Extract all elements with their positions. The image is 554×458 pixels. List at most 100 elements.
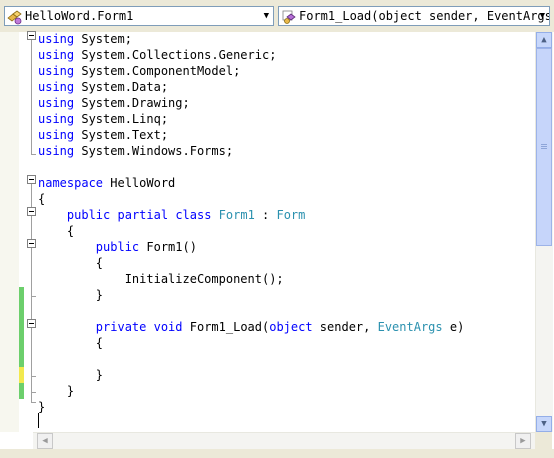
keyword-token: using: [38, 128, 75, 142]
member-dropdown-value: Form1_Load(object sender, EventArgs e): [299, 9, 550, 23]
text-token: {: [38, 192, 46, 206]
collapse-minus-icon[interactable]: [27, 207, 36, 216]
scroll-up-arrow-icon[interactable]: ▲: [536, 32, 552, 48]
saved-change-marker: [19, 335, 24, 351]
keyword-token: public: [66, 208, 111, 222]
code-line: {: [38, 191, 45, 207]
text-token: System.ComponentModel;: [74, 64, 241, 78]
text-token: sender,: [312, 320, 378, 334]
type-dropdown[interactable]: HelloWord.Form1 ▼: [4, 6, 274, 26]
saved-change-marker: [19, 383, 24, 399]
saved-change-marker: [19, 351, 24, 367]
keyword-token: using: [38, 64, 75, 78]
chevron-down-icon[interactable]: ▼: [264, 7, 269, 25]
window-bottom-edge: [0, 449, 554, 458]
outline-line: [31, 40, 32, 154]
saved-change-marker: [19, 319, 24, 335]
outline-line: [31, 392, 36, 393]
type-dropdown-value: HelloWord.Form1: [25, 9, 134, 23]
code-line: {: [38, 335, 103, 351]
navigation-bar: HelloWord.Form1 ▼ Form1_Load(object send…: [0, 0, 554, 32]
code-line: namespace HelloWord: [38, 175, 175, 191]
keyword-token: object: [269, 320, 313, 334]
keyword-token: partial: [117, 208, 169, 222]
thumb-grip: [541, 148, 547, 149]
scroll-right-arrow-icon[interactable]: ▶: [515, 433, 531, 449]
code-line: using System;: [38, 31, 132, 47]
unsaved-change-marker: [19, 367, 24, 383]
text-token: System.Text;: [74, 128, 169, 142]
text-token: {: [95, 336, 104, 350]
text-token: Form1(): [139, 240, 197, 254]
keyword-token: using: [38, 112, 75, 126]
scrollbar-corner: [535, 432, 552, 449]
keyword-token: private: [95, 320, 147, 334]
keyword-token: using: [38, 144, 75, 158]
scroll-left-arrow-icon[interactable]: ◀: [37, 433, 53, 449]
keyword-token: using: [38, 32, 75, 46]
outline-line: [31, 402, 36, 403]
thumb-grip: [541, 144, 547, 145]
outline-line: [31, 184, 32, 402]
code-line: using System.Data;: [38, 79, 168, 95]
keyword-token: using: [38, 48, 75, 62]
text-token: }: [95, 288, 104, 302]
chevron-down-icon[interactable]: ▼: [540, 7, 545, 25]
code-line: {: [38, 223, 74, 239]
keyword-token: using: [38, 96, 75, 110]
text-token: {: [66, 224, 75, 238]
code-line: public partial class Form1 : Form: [38, 207, 305, 223]
horizontal-scrollbar[interactable]: ◀ ▶: [33, 432, 535, 450]
text-token: Form1_Load(: [182, 320, 270, 334]
code-line: {: [38, 255, 103, 271]
text-token: }: [38, 400, 46, 414]
text-token: InitializeComponent();: [124, 272, 284, 286]
outline-line: [31, 154, 36, 155]
text-token: {: [95, 256, 104, 270]
code-line: }: [38, 287, 103, 303]
code-line: using System.Drawing;: [38, 95, 190, 111]
text-token: System.Drawing;: [74, 96, 190, 110]
keyword-token: public: [95, 240, 140, 254]
text-token: }: [66, 384, 75, 398]
keyword-token: namespace: [38, 176, 104, 190]
vertical-scroll-thumb[interactable]: [536, 48, 552, 246]
code-line: using System.Windows.Forms;: [38, 143, 233, 159]
collapse-minus-icon[interactable]: [27, 31, 36, 40]
collapse-minus-icon[interactable]: [27, 175, 36, 184]
code-line: private void Form1_Load(object sender, E…: [38, 319, 465, 335]
type-token: EventArgs: [377, 320, 443, 334]
type-token: Form: [276, 208, 306, 222]
member-dropdown[interactable]: Form1_Load(object sender, EventArgs e) ▼: [278, 6, 550, 26]
thumb-grip: [541, 146, 547, 147]
text-token: System.Data;: [74, 80, 169, 94]
saved-change-marker: [19, 287, 24, 303]
collapse-minus-icon[interactable]: [27, 239, 36, 248]
keyword-token: class: [175, 208, 212, 222]
keyword-token: void: [153, 320, 183, 334]
code-editor[interactable]: using System; using System.Collections.Ge…: [0, 31, 554, 442]
outline-line: [31, 376, 36, 377]
vertical-scrollbar[interactable]: ▲ ▼: [535, 32, 553, 432]
collapse-minus-icon[interactable]: [27, 319, 36, 328]
text-caret: [38, 413, 39, 428]
code-line: InitializeComponent();: [38, 271, 284, 287]
text-token: System.Collections.Generic;: [74, 48, 277, 62]
type-token: Form1: [218, 208, 255, 222]
code-line: }: [38, 399, 45, 415]
text-token: HelloWord: [103, 176, 176, 190]
class-icon: [7, 9, 23, 25]
outline-line: [31, 296, 36, 297]
editor-bottom-margin: [0, 432, 33, 449]
text-token: System;: [74, 32, 132, 46]
scroll-down-arrow-icon[interactable]: ▼: [536, 416, 552, 432]
